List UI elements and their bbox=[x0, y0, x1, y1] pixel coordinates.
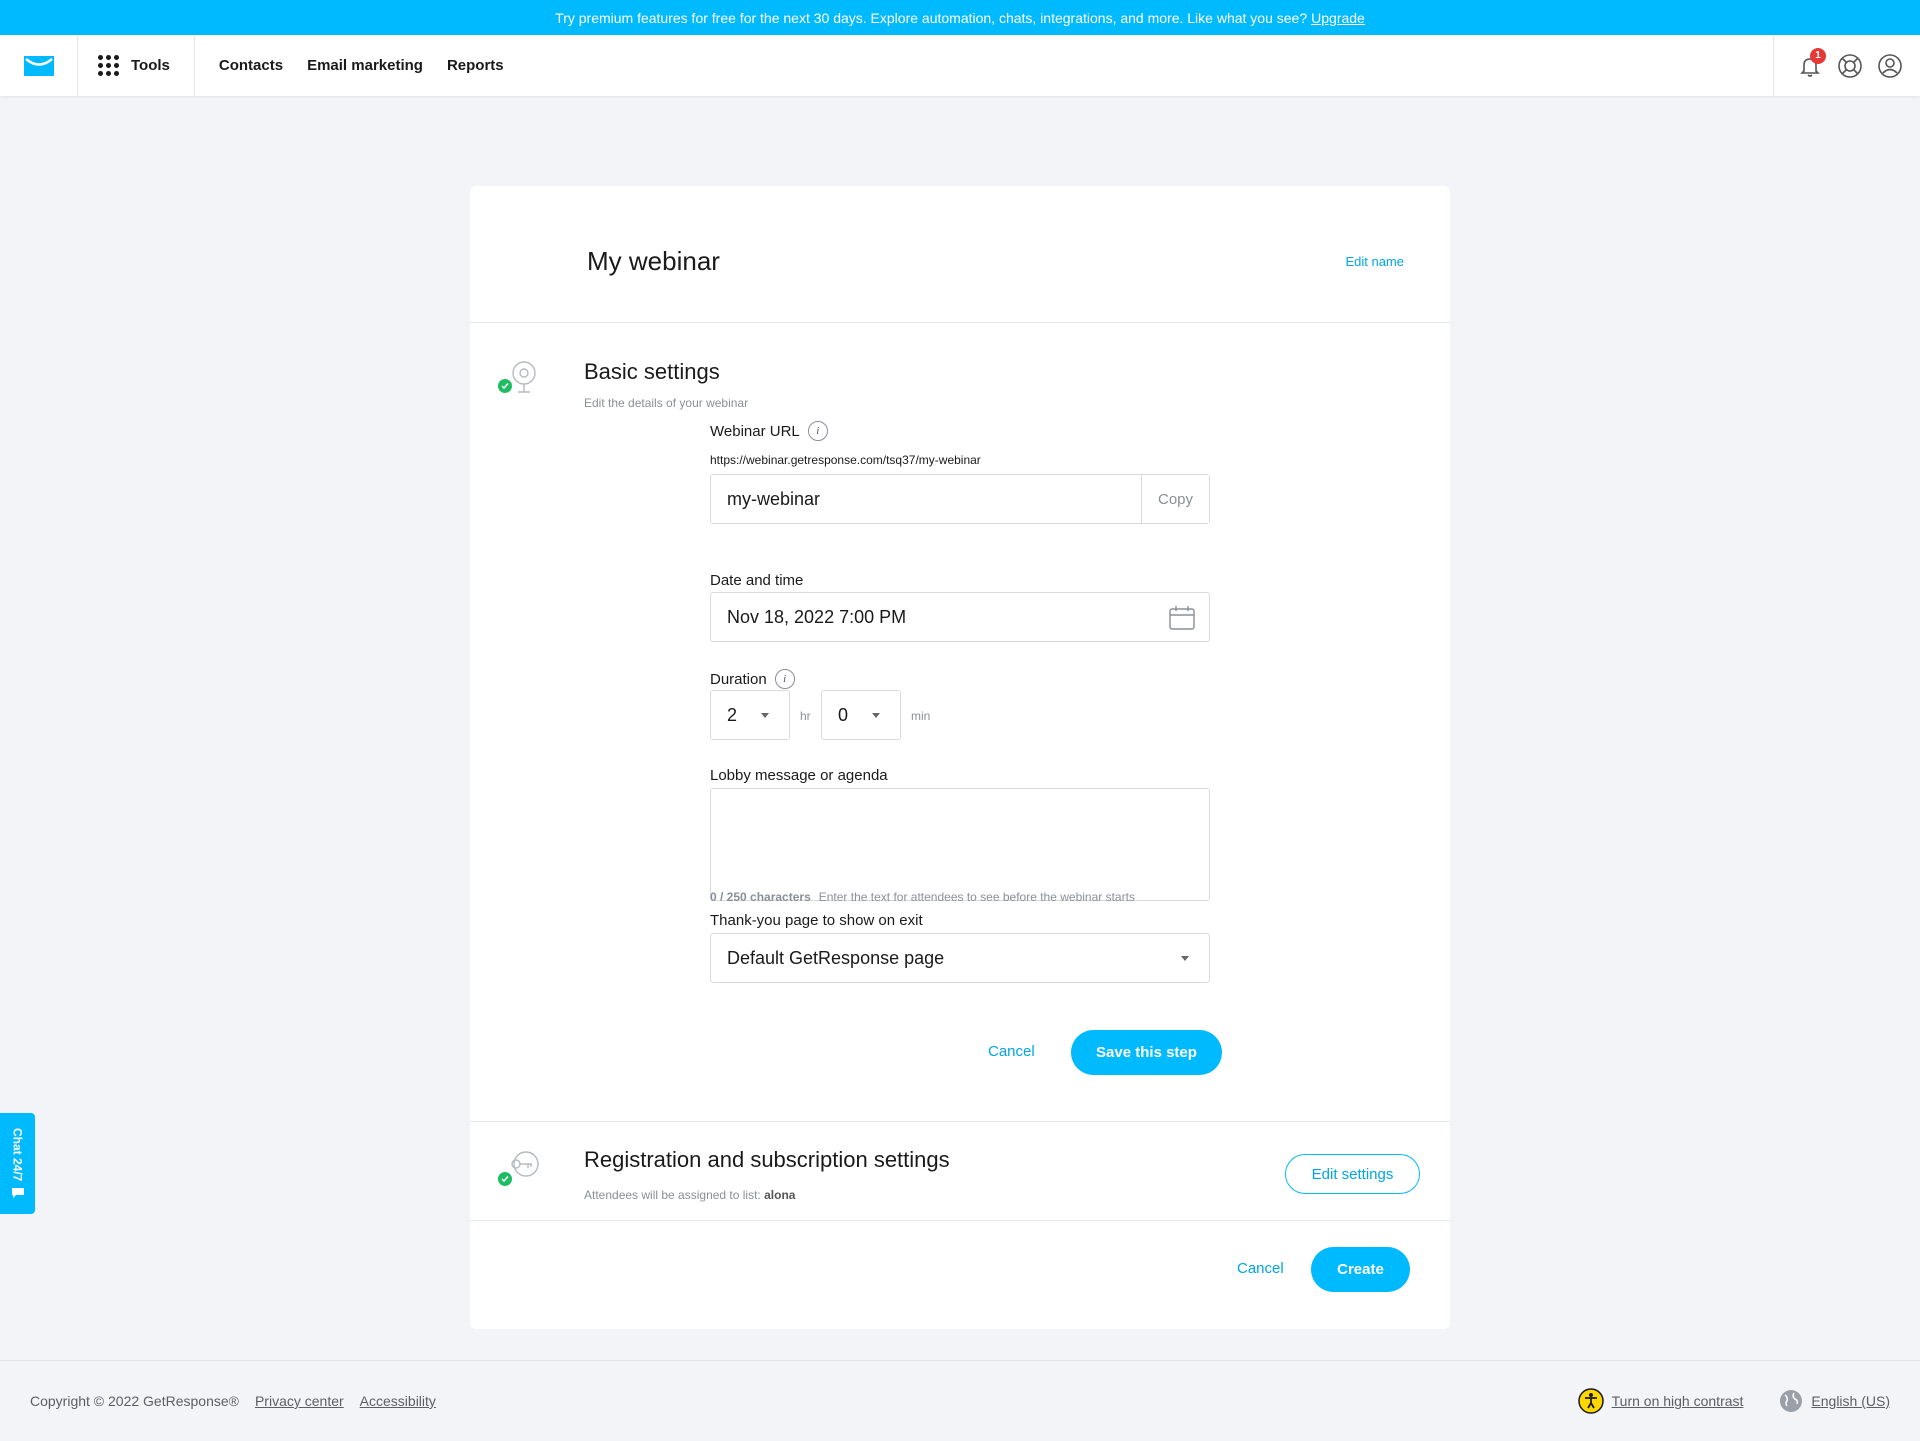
char-count: 0 / 250 characters bbox=[710, 890, 811, 904]
save-step-button[interactable]: Save this step bbox=[1071, 1030, 1222, 1075]
nav-reports[interactable]: Reports bbox=[447, 57, 504, 74]
nav-links: Contacts Email marketing Reports bbox=[195, 57, 504, 74]
minutes-select[interactable]: 0 bbox=[821, 690, 901, 740]
webinar-url-label: Webinar URL i bbox=[710, 421, 828, 441]
hours-select[interactable]: 2 bbox=[710, 690, 790, 740]
chat-bubble-icon bbox=[11, 1188, 24, 1199]
chevron-down-icon bbox=[1181, 956, 1189, 961]
hours-value: 2 bbox=[727, 704, 738, 725]
create-button[interactable]: Create bbox=[1311, 1247, 1410, 1292]
date-time-label: Date and time bbox=[710, 572, 804, 589]
basic-settings-section: Basic settings Edit the details of your … bbox=[470, 323, 1450, 1122]
webinar-title: My webinar bbox=[587, 246, 720, 276]
high-contrast-link[interactable]: Turn on high contrast bbox=[1612, 1393, 1744, 1409]
apps-grid-icon bbox=[98, 55, 119, 76]
card-header: My webinar Edit name bbox=[470, 186, 1450, 323]
card-footer: Cancel Create bbox=[470, 1221, 1450, 1326]
thank-you-label: Thank-you page to show on exit bbox=[710, 912, 923, 929]
basic-settings-subtitle: Edit the details of your webinar bbox=[584, 396, 749, 410]
lobby-label: Lobby message or agenda bbox=[710, 767, 888, 784]
registration-title: Registration and subscription settings bbox=[584, 1147, 950, 1172]
copyright: Copyright © 2022 GetResponse® bbox=[30, 1393, 239, 1409]
completed-check-icon bbox=[498, 379, 512, 393]
tools-menu[interactable]: Tools bbox=[78, 35, 195, 96]
webinar-url-preview: https://webinar.getresponse.com/tsq37/my… bbox=[710, 453, 981, 467]
chevron-down-icon bbox=[761, 713, 769, 718]
help-button[interactable] bbox=[1836, 52, 1864, 80]
chevron-down-icon bbox=[872, 713, 880, 718]
thank-you-select[interactable]: Default GetResponse page bbox=[710, 933, 1210, 983]
account-button[interactable] bbox=[1876, 52, 1904, 80]
user-avatar-icon bbox=[1878, 53, 1902, 78]
upgrade-link[interactable]: Upgrade bbox=[1311, 10, 1365, 26]
notification-badge: 1 bbox=[1810, 47, 1826, 64]
getresponse-logo[interactable] bbox=[0, 35, 78, 96]
duration-label-text: Duration bbox=[710, 670, 767, 688]
date-time-input[interactable]: Nov 18, 2022 7:00 PM bbox=[710, 592, 1210, 642]
accessibility-link[interactable]: Accessibility bbox=[360, 1393, 436, 1409]
registration-subtitle-text: Attendees will be assigned to list: bbox=[584, 1188, 761, 1202]
cancel-button[interactable]: Cancel bbox=[1237, 1260, 1284, 1277]
completed-check-icon bbox=[498, 1172, 512, 1186]
lobby-textarea[interactable] bbox=[710, 788, 1210, 901]
tools-label: Tools bbox=[131, 57, 170, 74]
accessibility-icon bbox=[1577, 1388, 1604, 1414]
top-nav: Tools Contacts Email marketing Reports 1 bbox=[0, 35, 1920, 96]
calendar-icon[interactable] bbox=[1169, 606, 1195, 630]
duration-label: Duration i bbox=[710, 669, 795, 689]
hours-unit: hr bbox=[800, 709, 811, 723]
nav-contacts[interactable]: Contacts bbox=[219, 57, 283, 74]
cancel-step-button[interactable]: Cancel bbox=[988, 1043, 1035, 1060]
info-icon[interactable]: i bbox=[807, 421, 828, 441]
chat-label: Chat 24/7 bbox=[10, 1127, 25, 1182]
list-name: alona bbox=[764, 1188, 796, 1202]
promo-text: Try premium features for free for the ne… bbox=[555, 9, 1308, 26]
nav-email-marketing[interactable]: Email marketing bbox=[307, 57, 423, 74]
globe-icon bbox=[1780, 1390, 1803, 1412]
promo-banner: Try premium features for free for the ne… bbox=[0, 0, 1920, 35]
chat-tab[interactable]: Chat 24/7 bbox=[0, 1113, 35, 1214]
lobby-char-counter: 0 / 250 characters Enter the text for att… bbox=[710, 890, 1135, 904]
envelope-logo-icon bbox=[23, 55, 54, 76]
edit-settings-button[interactable]: Edit settings bbox=[1285, 1154, 1420, 1194]
webinar-card: My webinar Edit name Basic settings Edit… bbox=[470, 186, 1450, 1329]
language-selector[interactable]: English (US) bbox=[1779, 1389, 1890, 1413]
high-contrast-toggle[interactable]: Turn on high contrast bbox=[1577, 1388, 1744, 1414]
lobby-hint: Enter the text for attendees to see befo… bbox=[818, 890, 1135, 904]
registration-section: Registration and subscription settings A… bbox=[470, 1122, 1450, 1221]
notifications-button[interactable]: 1 bbox=[1796, 47, 1826, 80]
key-icon bbox=[498, 1150, 540, 1192]
thank-you-value: Default GetResponse page bbox=[727, 947, 945, 968]
nav-right: 1 bbox=[1773, 35, 1920, 96]
lifebuoy-icon bbox=[1838, 53, 1862, 78]
basic-settings-title: Basic settings bbox=[584, 359, 720, 384]
minutes-unit: min bbox=[911, 709, 931, 723]
date-time-value: Nov 18, 2022 7:00 PM bbox=[727, 606, 907, 627]
language-link[interactable]: English (US) bbox=[1811, 1393, 1890, 1409]
page-footer: Copyright © 2022 GetResponse® Privacy ce… bbox=[0, 1360, 1920, 1441]
webcam-icon bbox=[498, 357, 540, 399]
info-icon[interactable]: i bbox=[774, 669, 795, 689]
minutes-value: 0 bbox=[838, 704, 849, 725]
webinar-url-label-text: Webinar URL bbox=[710, 422, 800, 440]
edit-name-link[interactable]: Edit name bbox=[1345, 254, 1404, 269]
webinar-url-value: my-webinar bbox=[727, 488, 821, 509]
privacy-center-link[interactable]: Privacy center bbox=[255, 1393, 344, 1409]
webinar-url-input[interactable]: my-webinar Copy bbox=[710, 474, 1210, 524]
copy-button[interactable]: Copy bbox=[1141, 475, 1209, 523]
registration-subtitle: Attendees will be assigned to list: alon… bbox=[584, 1188, 795, 1202]
